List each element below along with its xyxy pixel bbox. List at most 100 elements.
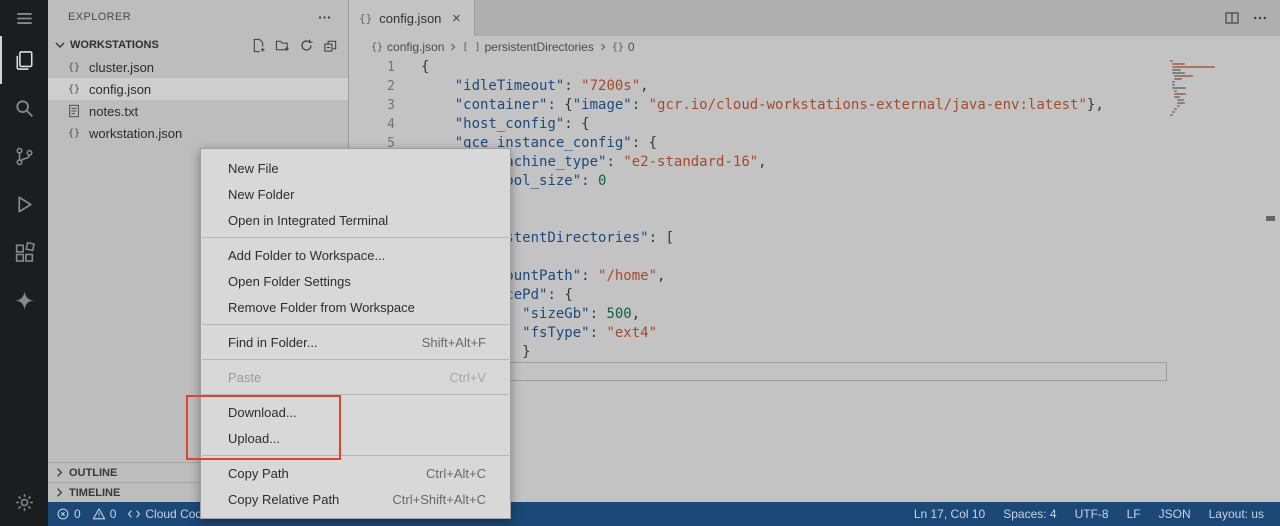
json-icon: {} <box>66 81 82 97</box>
status-keyboard-layout[interactable]: Layout: us <box>1209 507 1264 521</box>
menu-item-download[interactable]: Download... <box>201 399 510 425</box>
minimap[interactable] <box>1170 60 1270 117</box>
line-number: 4 <box>349 115 421 134</box>
collapse-all-button[interactable] <box>320 35 340 55</box>
menu-item-label: Copy Path <box>228 466 289 481</box>
minimap-line <box>1172 84 1175 86</box>
activity-gemini-button[interactable] <box>0 276 48 324</box>
menu-separator <box>202 324 509 325</box>
panel-label: TIMELINE <box>69 487 120 499</box>
status-language-mode[interactable]: JSON <box>1159 507 1191 521</box>
menu-item-find-in-folder[interactable]: Find in Folder...Shift+Alt+F <box>201 329 510 355</box>
menu-separator <box>202 394 509 395</box>
code-line: "gce_instance_config": { <box>421 134 1104 153</box>
code-line: } <box>421 343 1104 362</box>
editor-actions <box>1224 0 1268 36</box>
sidebar-header: EXPLORER <box>48 0 348 34</box>
status-encoding[interactable]: UTF-8 <box>1075 507 1109 521</box>
tab-config-json[interactable]: {} config.json × <box>349 0 475 36</box>
menu-separator <box>202 237 509 238</box>
workspace-section-header[interactable]: WORKSTATIONS <box>48 34 348 56</box>
menu-item-new-file[interactable]: New File <box>201 155 510 181</box>
minimap-line <box>1172 63 1185 65</box>
code-line: "host_config": { <box>421 115 1104 134</box>
file-row[interactable]: notes.txt <box>48 100 348 122</box>
file-label: config.json <box>89 82 151 97</box>
breadcrumb-label: config.json <box>387 40 444 54</box>
minimap-line <box>1174 93 1186 95</box>
symbol-icon: {} <box>371 42 383 53</box>
breadcrumb-label: persistentDirectories <box>484 40 593 54</box>
status-encoding-label: UTF-8 <box>1075 507 1109 521</box>
status-cursor-position[interactable]: Ln 17, Col 10 <box>914 507 985 521</box>
file-list: {}cluster.json{}config.jsonnotes.txt{}wo… <box>48 56 348 144</box>
new-file-icon <box>251 38 266 53</box>
explorer-context-menu: New File New Folder Open in Integrated Ter… <box>200 148 511 519</box>
new-folder-button[interactable] <box>272 35 292 55</box>
breadcrumb-item[interactable]: {} config.json <box>371 40 444 54</box>
menu-item-label: Copy Relative Path <box>228 492 339 507</box>
status-errors[interactable]: 0 <box>56 507 81 521</box>
menu-item-new-folder[interactable]: New Folder <box>201 181 510 207</box>
activity-search-button[interactable] <box>0 84 48 132</box>
more-actions-button[interactable] <box>314 7 334 27</box>
breadcrumb-item[interactable]: [ ] persistentDirectories <box>462 40 593 54</box>
menu-item-copy-relative-path[interactable]: Copy Relative PathCtrl+Shift+Alt+C <box>201 486 510 512</box>
menu-item-shortcut: Shift+Alt+F <box>422 335 486 350</box>
menu-item-copy-path[interactable]: Copy PathCtrl+Alt+C <box>201 460 510 486</box>
json-icon: {} <box>66 59 82 75</box>
symbol-icon: [ ] <box>462 42 480 53</box>
breadcrumb-item[interactable]: {}0 <box>612 40 635 54</box>
activity-cloud-code-button[interactable] <box>0 180 48 228</box>
status-bar-right: Ln 17, Col 10 Spaces: 4 UTF-8 LF JSON Layout:… <box>914 507 1264 521</box>
code-line: "persistentDirectories": [ <box>421 229 1104 248</box>
status-warnings-label: 0 <box>110 507 117 521</box>
menu-item-label: New Folder <box>228 187 294 202</box>
refresh-icon <box>299 38 314 53</box>
new-file-button[interactable] <box>248 35 268 55</box>
status-language-mode-label: JSON <box>1159 507 1191 521</box>
menu-item-shortcut: Ctrl+V <box>450 370 486 385</box>
activity-extensions-button[interactable] <box>0 228 48 276</box>
status-keyboard-layout-label: Layout: us <box>1209 507 1264 521</box>
split-editor-icon[interactable] <box>1224 10 1240 26</box>
activity-settings-button[interactable] <box>0 478 48 526</box>
file-row[interactable]: {}workstation.json <box>48 122 348 144</box>
menu-item-paste: PasteCtrl+V <box>201 364 510 390</box>
minimap-line <box>1170 114 1173 116</box>
scrollbar-thumb[interactable] <box>1266 216 1275 221</box>
code-line: } <box>421 400 1104 419</box>
code-line: } <box>421 362 1104 381</box>
status-eol-label: LF <box>1127 507 1141 521</box>
file-row[interactable]: {}cluster.json <box>48 56 348 78</box>
minimap-line <box>1177 102 1186 104</box>
code-line: } <box>421 191 1104 210</box>
minimap-line <box>1172 87 1186 89</box>
dots-icon <box>317 10 332 25</box>
menu-item-remove-folder-from-workspace[interactable]: Remove Folder from Workspace <box>201 294 510 320</box>
minimap-line <box>1174 96 1180 98</box>
text-file-icon <box>66 103 82 119</box>
status-errors-label: 0 <box>74 507 81 521</box>
more-actions-icon[interactable] <box>1252 10 1268 26</box>
activity-source-control-button[interactable] <box>0 132 48 180</box>
status-indentation[interactable]: Spaces: 4 <box>1003 507 1056 521</box>
status-eol[interactable]: LF <box>1127 507 1141 521</box>
status-warnings[interactable]: 0 <box>92 507 117 521</box>
menu-item-label: Open in Integrated Terminal <box>228 213 388 228</box>
menu-item-upload[interactable]: Upload... <box>201 425 510 451</box>
status-cursor-position-label: Ln 17, Col 10 <box>914 507 985 521</box>
menu-item-open-folder-settings[interactable]: Open Folder Settings <box>201 268 510 294</box>
code-line: "mountPath": "/home", <box>421 267 1104 286</box>
close-icon[interactable]: × <box>448 11 464 26</box>
refresh-button[interactable] <box>296 35 316 55</box>
breadcrumb-label: 0 <box>628 40 635 54</box>
activity-menu-button[interactable] <box>0 0 48 36</box>
menu-item-add-folder-to-workspace[interactable]: Add Folder to Workspace... <box>201 242 510 268</box>
activity-explorer-button[interactable] <box>0 36 48 84</box>
menu-item-open-in-integrated-terminal[interactable]: Open in Integrated Terminal <box>201 207 510 233</box>
minimap-line <box>1172 66 1214 68</box>
code-line: "pool_size": 0 <box>421 172 1104 191</box>
file-row[interactable]: {} config.json <box>48 78 348 100</box>
status-cloud-code[interactable]: Cloud Code <box>127 507 208 521</box>
